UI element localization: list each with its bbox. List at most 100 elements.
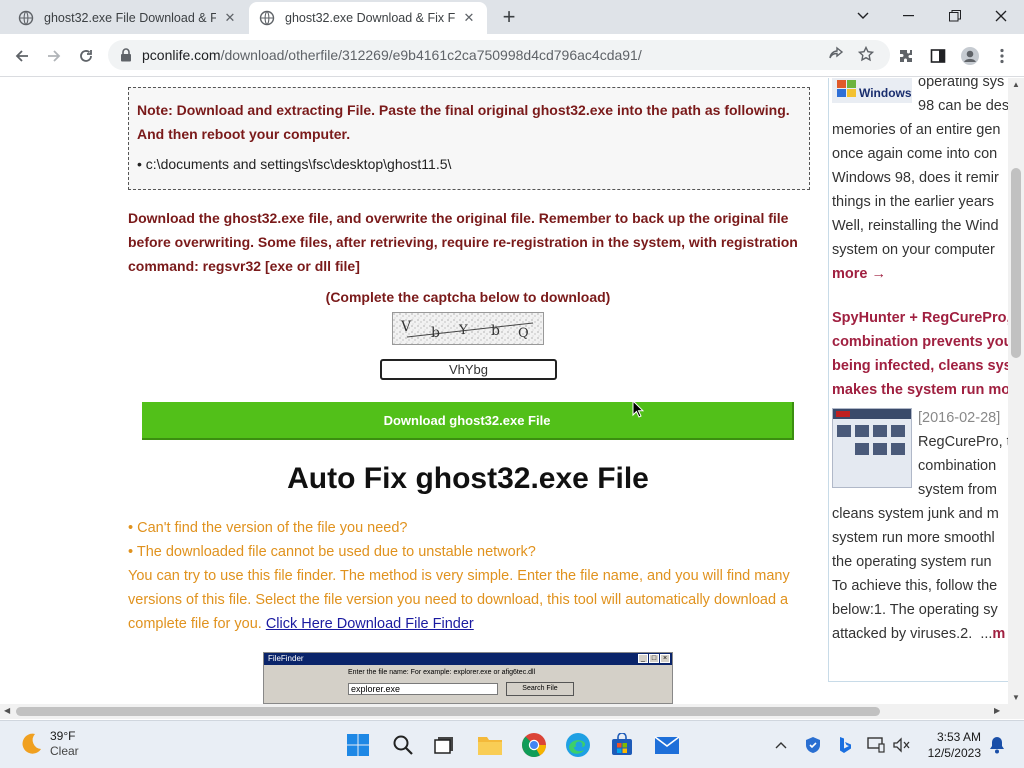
microsoft-store-icon[interactable] (608, 731, 636, 759)
browser-toolbar: pconlife.com/download/otherfile/312269/e… (0, 34, 1024, 77)
sidebar-line: cleans system junk and m (832, 506, 999, 522)
scroll-thumb[interactable] (1011, 168, 1021, 358)
article-date: [2016-02-28] (918, 410, 1001, 426)
sidebar-line: Well, reinstalling the Wind (832, 218, 999, 234)
moon-icon (22, 733, 41, 754)
tab-close-icon[interactable]: ✕ (222, 10, 238, 26)
share-icon[interactable] (822, 40, 850, 68)
url-domain: pconlife.com (142, 47, 221, 63)
tab-search-icon[interactable] (840, 0, 886, 32)
close-window-button[interactable] (978, 0, 1024, 32)
note-box: Note: Download and extracting File. Past… (128, 87, 810, 190)
new-tab-button[interactable]: + (497, 6, 521, 30)
captcha-char: Y (458, 323, 468, 338)
reload-button[interactable] (72, 42, 100, 70)
bullet-version: • Can't find the version of the file you… (128, 520, 408, 536)
globe-icon (18, 10, 34, 26)
finder-field: explorer.exe (348, 683, 498, 695)
clock-date: 12/5/2023 (927, 746, 981, 760)
windows-taskbar: 39°F Clear 3:53 AM 12/5/2023 (0, 720, 1024, 768)
system-clock[interactable]: 3:53 AM 12/5/2023 (926, 729, 981, 761)
network-volume-icon[interactable] (892, 735, 912, 755)
captcha-label: (Complete the captcha below to download) (325, 289, 611, 305)
forward-button[interactable] (40, 42, 68, 70)
captcha-char: b (431, 325, 440, 341)
sidebar-line: system on your computer (832, 242, 995, 258)
spyhunter-title[interactable]: being infected, cleans syst (832, 354, 1008, 378)
page-viewport: Note: Download and extracting File. Past… (0, 78, 1008, 704)
show-hidden-icons-chevron-icon[interactable] (771, 735, 791, 755)
forward-arrow-icon (48, 50, 61, 62)
scroll-thumb[interactable] (16, 707, 880, 716)
side-panel-icon[interactable] (924, 42, 952, 70)
spyhunter-title[interactable]: SpyHunter + RegCurePro, t (832, 306, 1008, 330)
finder-title: FileFinder (268, 654, 304, 663)
finder-window-buttons: _ □ × (638, 654, 670, 663)
scroll-left-icon[interactable]: ◀ (4, 706, 10, 715)
captcha-image: V b Y b Q (392, 312, 544, 345)
sidebar-line: To achieve this, follow the (832, 578, 998, 594)
back-arrow-icon (15, 50, 28, 62)
captcha-char: Q (518, 326, 529, 341)
install-path: • c:\documents and settings\fsc\desktop\… (137, 156, 452, 172)
scroll-up-icon[interactable]: ▲ (1011, 80, 1021, 89)
spyhunter-title[interactable]: combination prevents you (832, 330, 1008, 354)
bookmark-star-icon[interactable] (852, 40, 880, 68)
minimize-button[interactable] (886, 0, 932, 32)
scroll-down-icon[interactable]: ▼ (1011, 693, 1021, 702)
horizontal-scrollbar[interactable]: ◀ ▶ (0, 704, 1008, 719)
extensions-icon[interactable] (892, 42, 920, 70)
tab-inactive[interactable]: ghost32.exe File Download & Fix ✕ (8, 2, 248, 34)
more-link[interactable]: more → (832, 262, 886, 286)
tab-close-icon[interactable]: ✕ (461, 10, 477, 26)
start-icon[interactable] (344, 731, 372, 759)
lock-icon (121, 48, 131, 62)
vertical-scrollbar[interactable]: ▲ ▼ (1008, 78, 1024, 704)
ellipsis: ... (980, 626, 993, 642)
mouse-cursor-icon (632, 400, 644, 418)
scroll-right-icon[interactable]: ▶ (994, 706, 1000, 715)
more-link[interactable]: m (992, 626, 1005, 642)
chrome-icon[interactable] (520, 731, 548, 759)
address-bar[interactable]: pconlife.com/download/otherfile/312269/e… (108, 40, 890, 70)
related-sidebar: Windows98 operating sys 98 can be des me… (828, 78, 1008, 682)
file-finder-link[interactable]: Click Here Download File Finder (266, 616, 474, 632)
finder-prompt: Enter the file name: For example: explor… (348, 669, 536, 676)
captcha-char: b (491, 323, 500, 339)
spyhunter-title[interactable]: makes the system run mo (832, 378, 1008, 402)
finder-titlebar: FileFinder _ □ × (264, 653, 672, 665)
weather-widget[interactable]: 39°F Clear (18, 729, 79, 759)
sidebar-line: Windows 98, does it remir (832, 170, 999, 186)
file-finder-info: • Can't find the version of the file you… (128, 516, 808, 636)
weather-temp: 39°F (50, 729, 76, 743)
download-button[interactable]: Download ghost32.exe File (142, 402, 794, 440)
thumb-label: Windows98 (859, 86, 912, 100)
sidebar-line: system run more smoothl (832, 530, 995, 546)
sidebar-line-text: attacked by viruses.2. (832, 626, 973, 642)
captcha-char: V (400, 319, 412, 335)
sidebar-line: below:1. The operating sy (832, 602, 998, 618)
restore-button[interactable] (932, 0, 978, 32)
windows98-thumbnail[interactable]: Windows98 (832, 78, 925, 103)
edge-icon[interactable] (564, 731, 592, 759)
notification-bell-icon[interactable] (987, 735, 1007, 755)
browser-menu-icon[interactable] (988, 42, 1016, 70)
captcha-input[interactable]: VhYbg (380, 359, 557, 380)
weather-condition: Clear (50, 744, 79, 758)
display-icon[interactable] (866, 735, 886, 755)
sidebar-line: system from (918, 482, 997, 498)
back-button[interactable] (8, 42, 36, 70)
file-explorer-icon[interactable] (476, 731, 504, 759)
security-shield-icon[interactable] (803, 735, 823, 755)
search-icon[interactable] (389, 731, 417, 759)
tab-title: ghost32.exe Download & Fix For (285, 11, 455, 25)
scrollbar-corner (1008, 704, 1024, 719)
bing-icon[interactable] (835, 735, 855, 755)
regcurepro-thumbnail[interactable] (832, 408, 912, 488)
tab-active[interactable]: ghost32.exe Download & Fix For ✕ (249, 2, 487, 34)
sidebar-line: memories of an entire gen (832, 122, 1001, 138)
profile-avatar-icon[interactable] (956, 42, 984, 70)
tab-title: ghost32.exe File Download & Fix (44, 11, 216, 25)
task-view-icon[interactable] (430, 731, 458, 759)
mail-icon[interactable] (653, 731, 681, 759)
